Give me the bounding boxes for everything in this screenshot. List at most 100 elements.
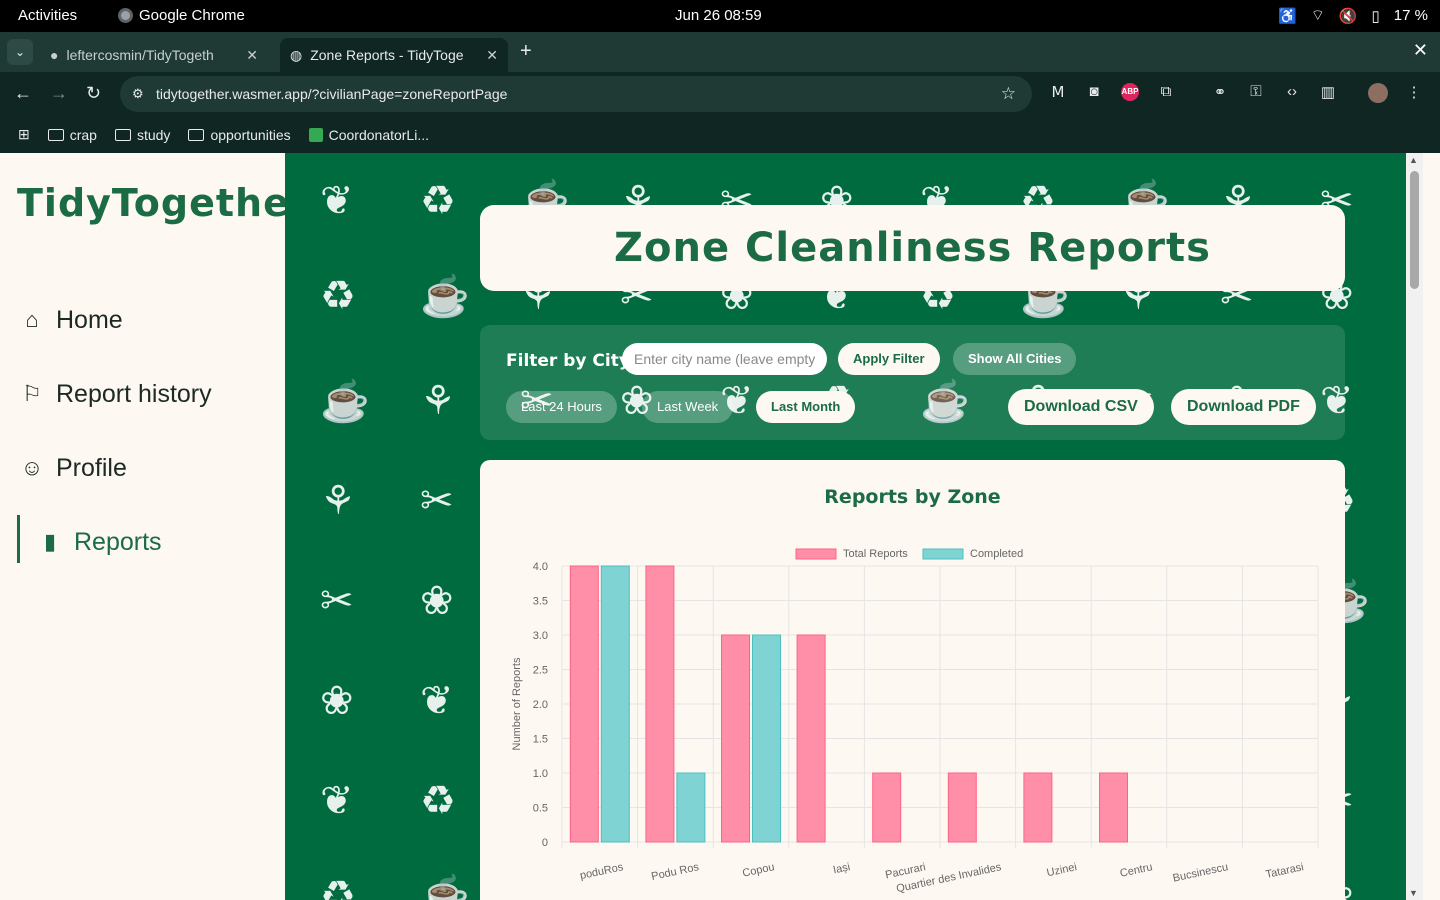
home-icon: ⌂ — [25, 307, 39, 332]
trash-icon: ❀ — [320, 679, 354, 723]
bookmarks-bar: ⊞ crap study opportunities CoordonatorLi… — [0, 116, 1440, 153]
clock[interactable]: Jun 26 08:59 — [675, 7, 762, 24]
forward-button[interactable]: → — [50, 83, 68, 104]
back-button[interactable]: ← — [14, 83, 32, 104]
site-info-icon[interactable]: ⚙ — [132, 86, 156, 102]
scroll-up-arrow[interactable]: ▲ — [1409, 155, 1418, 165]
bar-completed — [676, 772, 706, 843]
sidebar-item-reports[interactable]: ▮ Reports — [0, 505, 285, 579]
header-card: Zone Cleanliness Reports — [480, 205, 1345, 291]
system-tray[interactable]: ♿ ⌔ 🔇 ▯ 17 % — [1278, 6, 1428, 25]
bottle-icon: ☕ — [420, 875, 470, 900]
tab-zone-reports[interactable]: ◍ Zone Reports - TidyToge ✕ — [280, 38, 508, 72]
period-24h-button[interactable]: Last 24 Hours — [506, 391, 617, 423]
main-content: ❦♻☕⚘✂❀❦♻☕⚘✂♻☕⚘✂❀❦♻☕⚘✂❀☕⚘✂❀❦♻☕⚘✂❀❦⚘✂❀❦♻☕⚘… — [285, 153, 1423, 900]
recycle-icon: ♻ — [320, 274, 356, 318]
scrollbar[interactable]: ▲ ▼ — [1406, 153, 1423, 900]
y-tick-label: 4.0 — [533, 561, 548, 573]
accessibility-icon[interactable]: ♿ — [1278, 7, 1297, 25]
sidebar-item-label: Reports — [74, 527, 162, 556]
bookmark-label: crap — [69, 126, 97, 143]
download-pdf-button[interactable]: Download PDF — [1171, 389, 1316, 425]
plant-icon: ⚘ — [420, 379, 456, 423]
sidebar-item-home[interactable]: ⌂ Home — [0, 283, 285, 357]
recycle-icon: ♻ — [420, 779, 456, 823]
sidebar-item-report-history[interactable]: ⚐ Report history — [0, 357, 285, 431]
link-icon[interactable]: ⚭ — [1202, 83, 1238, 103]
chart-card: Reports by Zone Total Reports Completed 4.… — [480, 460, 1345, 900]
adblock-icon[interactable]: ABP — [1121, 83, 1139, 101]
bookmark-folder[interactable]: opportunities — [188, 126, 291, 143]
filter-panel: Filter by City: Apply Filter Show All Ci… — [480, 325, 1345, 440]
folder-icon — [47, 128, 64, 141]
y-tick-label: 2.0 — [533, 699, 548, 711]
sidebar-nav: ⌂ Home ⚐ Report history ☺ Profile ▮ Repo… — [0, 283, 285, 579]
bar-total-reports — [1099, 772, 1128, 843]
apps-grid-icon[interactable]: ⊞ — [18, 126, 30, 143]
app-menu[interactable]: Google Chrome — [118, 7, 245, 24]
bar-chart: Total Reports Completed 4.0 3.5 3.0 2.5 2.0 1.5… — [511, 548, 1319, 895]
web-page: TidyTogether ⌂ Home ⚐ Report history ☺ P… — [0, 153, 1440, 900]
url-text[interactable]: tidytogether.wasmer.app/?civilianPage=zo… — [156, 86, 507, 102]
scroll-down-arrow[interactable]: ▼ — [1409, 888, 1418, 898]
bookmark-label: CoordonatorLi... — [328, 126, 430, 143]
extension-face-icon[interactable]: ◙ — [1076, 83, 1112, 103]
scrollbar-thumb[interactable] — [1410, 171, 1419, 289]
bookmark-label: opportunities — [210, 126, 291, 143]
tab-search-button[interactable]: ⌄ — [7, 39, 33, 65]
x-tick-label: Centru — [1119, 861, 1154, 880]
filter-label: Filter by City: — [506, 351, 637, 371]
x-tick-label: Iași — [832, 861, 851, 876]
bookmark-link[interactable]: CoordonatorLi... — [308, 126, 430, 143]
x-tick-label: poduRos — [579, 861, 625, 882]
tab-title: leftercosmin/TidyTogeth — [66, 47, 214, 63]
tab-github[interactable]: ● leftercosmin/TidyTogeth ✕ — [40, 38, 268, 72]
app-name: Google Chrome — [139, 7, 245, 24]
tab-strip: ⌄ ● leftercosmin/TidyTogeth ✕ ◍ Zone Rep… — [0, 32, 1440, 72]
sidebar-item-profile[interactable]: ☺ Profile — [0, 431, 285, 505]
apply-filter-button[interactable]: Apply Filter — [838, 343, 940, 375]
apple-core-icon: ✂ — [420, 479, 454, 523]
sidebar: TidyTogether ⌂ Home ⚐ Report history ☺ P… — [0, 153, 309, 900]
download-csv-button[interactable]: Download CSV — [1008, 389, 1154, 425]
close-icon[interactable]: ✕ — [246, 47, 258, 64]
leaf-icon: ❦ — [320, 779, 354, 823]
x-tick-label: Uzinei — [1046, 861, 1078, 879]
leaf-icon: ❦ — [320, 179, 354, 223]
period-month-button[interactable]: Last Month — [756, 391, 856, 423]
profile-avatar[interactable] — [1368, 83, 1388, 103]
extension-m-icon[interactable]: Ⅿ — [1040, 83, 1076, 103]
bookmark-folder[interactable]: crap — [47, 126, 97, 143]
city-filter-input[interactable] — [622, 343, 827, 375]
sidebar-item-label: Report history — [56, 379, 212, 408]
y-tick-label: 0.5 — [533, 803, 548, 815]
address-bar[interactable]: ⚙ tidytogether.wasmer.app/?civilianPage=… — [120, 76, 1032, 112]
side-panel-icon[interactable]: ▥ — [1310, 83, 1346, 103]
bottle-icon: ☕ — [320, 380, 370, 424]
y-tick-label: 2.5 — [533, 665, 548, 677]
x-tick-label: Bucsinescu — [1172, 861, 1230, 884]
chrome-icon — [118, 8, 133, 23]
toolbar: ← → ↻ ⚙ tidytogether.wasmer.app/?civilia… — [0, 72, 1440, 116]
menu-dots-icon[interactable]: ⋮ — [1396, 83, 1432, 103]
period-week-button[interactable]: Last Week — [642, 391, 734, 423]
bookmark-folder[interactable]: study — [114, 127, 170, 143]
sidebar-item-label: Profile — [56, 453, 127, 482]
window-close-button[interactable]: ✕ — [1413, 40, 1428, 61]
extensions-puzzle-icon[interactable]: ⧉ — [1148, 83, 1184, 103]
bookmark-favicon-icon — [308, 127, 323, 142]
key-icon[interactable]: ⚿ — [1238, 83, 1274, 103]
y-tick-label: 0 — [542, 837, 548, 849]
brand-logo[interactable]: TidyTogether — [17, 181, 310, 225]
reload-button[interactable]: ↻ — [86, 83, 101, 104]
activities-button[interactable]: Activities — [18, 7, 77, 24]
apple-core-icon: ✂ — [320, 579, 354, 623]
battery-icon: ▯ — [1371, 7, 1380, 25]
code-icon[interactable]: ‹› — [1274, 83, 1310, 103]
bar-chart-icon: ▮ — [43, 529, 57, 554]
show-all-cities-button[interactable]: Show All Cities — [953, 343, 1077, 375]
close-icon[interactable]: ✕ — [486, 47, 498, 64]
bookmark-star-icon[interactable]: ☆ — [1001, 84, 1016, 104]
new-tab-button[interactable]: + — [520, 40, 532, 63]
trash-icon: ❀ — [420, 579, 454, 623]
